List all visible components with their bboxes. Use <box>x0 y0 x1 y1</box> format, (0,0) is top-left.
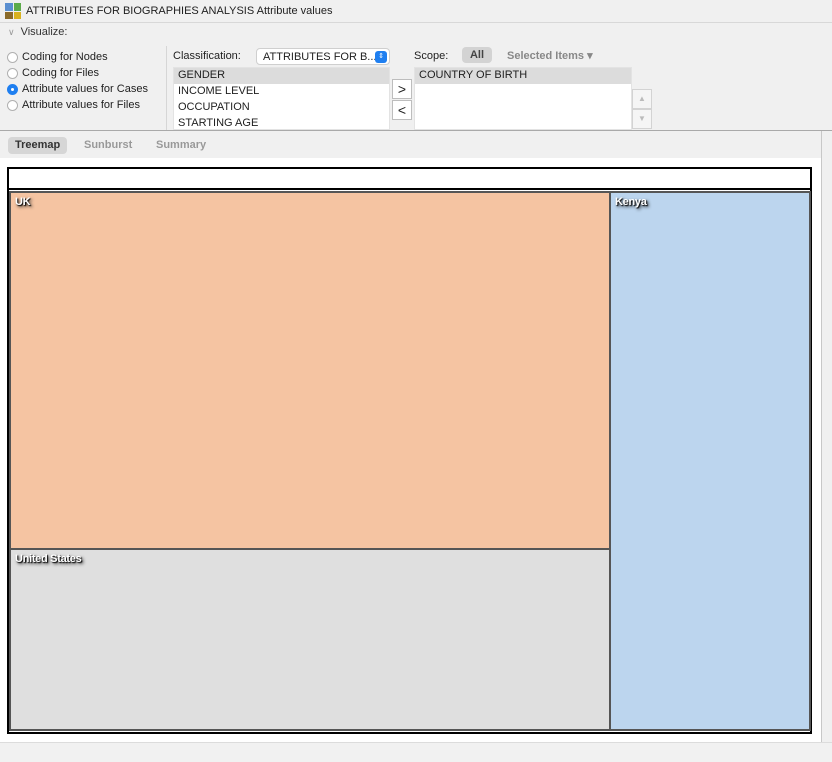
scope-selected-items-button[interactable]: Selected Items ▾ <box>507 49 593 62</box>
radio-coding-files[interactable]: Coding for Files <box>7 67 99 79</box>
attribute-list[interactable]: GENDER INCOME LEVEL OCCUPATION STARTING … <box>173 67 390 130</box>
radio-icon <box>7 99 18 111</box>
radio-label: Coding for Nodes <box>22 51 108 63</box>
divider <box>0 130 832 131</box>
radio-attribute-cases[interactable]: Attribute values for Cases <box>7 83 148 95</box>
classification-label: Classification: <box>173 50 241 62</box>
radio-label: Coding for Files <box>22 67 100 79</box>
cell-label: Kenya <box>615 196 647 208</box>
selected-attribute-list[interactable]: COUNTRY OF BIRTH <box>414 67 632 130</box>
triangle-up-icon: ▲ <box>638 94 646 103</box>
treemap-cell-uk[interactable]: UK <box>9 191 611 551</box>
radio-coding-nodes[interactable]: Coding for Nodes <box>7 51 108 63</box>
divider <box>821 131 822 742</box>
chevron-down-icon: ∨ <box>8 27 15 37</box>
move-down-button[interactable]: ▼ <box>632 109 652 129</box>
treemap-header <box>9 168 811 190</box>
move-up-button[interactable]: ▲ <box>632 89 652 109</box>
treemap-cell-united-states[interactable]: United States <box>9 548 611 731</box>
triangle-down-icon: ▼ <box>638 114 646 123</box>
tab-summary[interactable]: Summary <box>149 137 213 154</box>
tab-sunburst[interactable]: Sunburst <box>77 137 139 154</box>
list-item[interactable]: OCCUPATION <box>174 100 389 116</box>
list-item[interactable]: INCOME LEVEL <box>174 84 389 100</box>
cell-label: UK <box>15 196 31 208</box>
visualize-label: Visualize: <box>20 26 68 38</box>
radio-attribute-files[interactable]: Attribute values for Files <box>7 99 140 111</box>
classification-value: ATTRIBUTES FOR B... <box>263 51 377 63</box>
app-icon <box>5 3 21 19</box>
visualize-toggle[interactable]: ∨ Visualize: <box>8 26 67 38</box>
status-bar <box>0 742 832 762</box>
treemap-cell-kenya[interactable]: Kenya <box>609 191 811 731</box>
radio-selected-icon <box>7 83 18 95</box>
cell-label: United States <box>15 553 82 565</box>
classification-select[interactable]: ATTRIBUTES FOR B... ⇕ <box>256 48 390 65</box>
list-item[interactable]: GENDER <box>174 68 389 84</box>
title-bar: ATTRIBUTES FOR BIOGRAPHIES ANALYSIS Attr… <box>0 0 832 23</box>
remove-attribute-button[interactable]: < <box>392 100 412 120</box>
radio-icon <box>7 51 18 63</box>
radio-label: Attribute values for Files <box>22 99 140 111</box>
add-attribute-button[interactable]: > <box>392 79 412 99</box>
scope-label: Scope: <box>414 50 449 62</box>
divider <box>166 46 167 130</box>
scope-all-button[interactable]: All <box>462 47 492 63</box>
radio-label: Attribute values for Cases <box>22 83 148 95</box>
radio-icon <box>7 67 18 79</box>
list-item[interactable]: COUNTRY OF BIRTH <box>415 68 631 84</box>
updown-chevron-icon: ⇕ <box>375 51 387 63</box>
tab-treemap[interactable]: Treemap <box>8 137 68 154</box>
window-title: ATTRIBUTES FOR BIOGRAPHIES ANALYSIS Attr… <box>26 5 333 17</box>
